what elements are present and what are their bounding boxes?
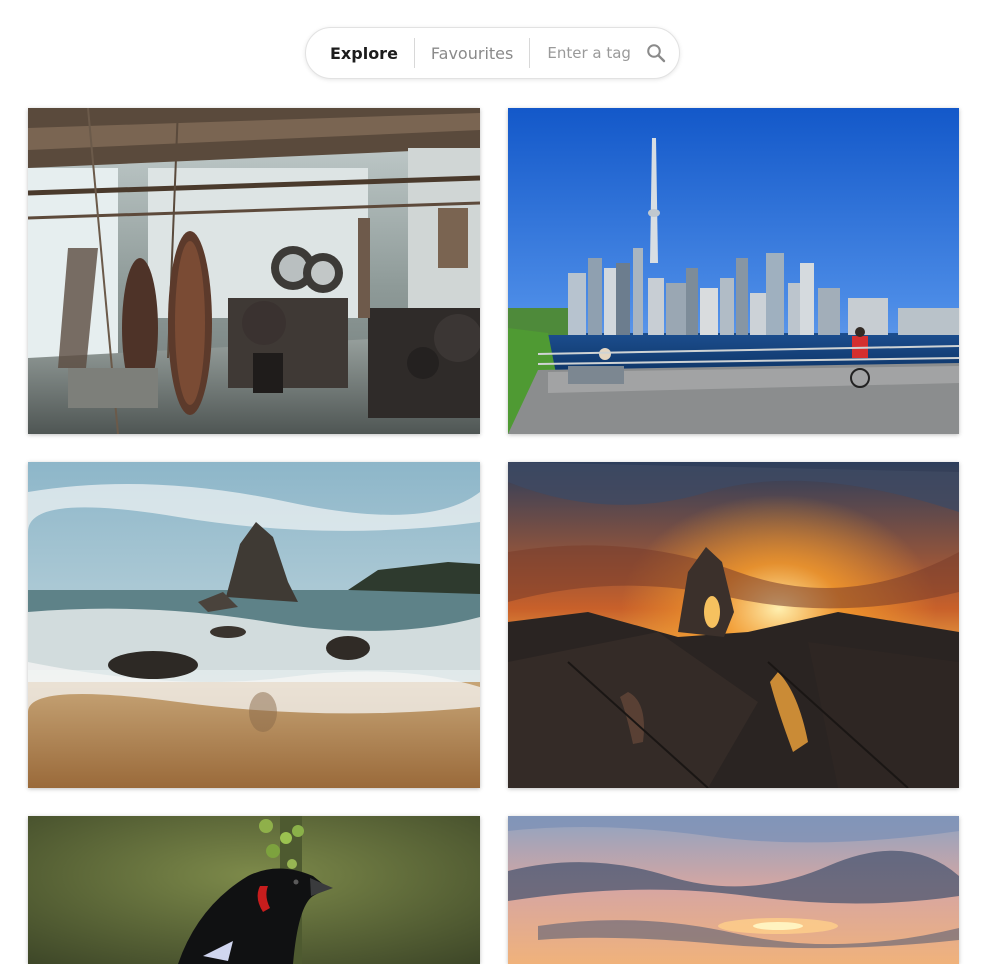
photo-beach xyxy=(28,462,480,788)
photo-rock-arch xyxy=(508,462,959,788)
nav-divider xyxy=(529,38,531,68)
nav-divider xyxy=(413,38,415,68)
tab-favourites[interactable]: Favourites xyxy=(431,44,513,63)
photo-sunset-sky xyxy=(508,816,959,964)
photo-card-skyline[interactable] xyxy=(508,108,959,434)
search-icon xyxy=(647,44,666,63)
top-navigation-bar: Explore Favourites xyxy=(305,27,680,79)
photo-card-rock-arch[interactable] xyxy=(508,462,959,788)
photo-card-machinery[interactable] xyxy=(28,108,480,434)
search-button[interactable] xyxy=(645,42,667,64)
photo-card-sunset-sky[interactable] xyxy=(508,816,959,964)
photo-card-bird[interactable] xyxy=(28,816,480,964)
photo-skyline xyxy=(508,108,959,434)
tag-search-input[interactable] xyxy=(547,44,636,62)
photo-bird xyxy=(28,816,480,964)
tab-explore[interactable]: Explore xyxy=(330,44,398,63)
photo-machinery xyxy=(28,108,480,434)
photo-card-beach[interactable] xyxy=(28,462,480,788)
